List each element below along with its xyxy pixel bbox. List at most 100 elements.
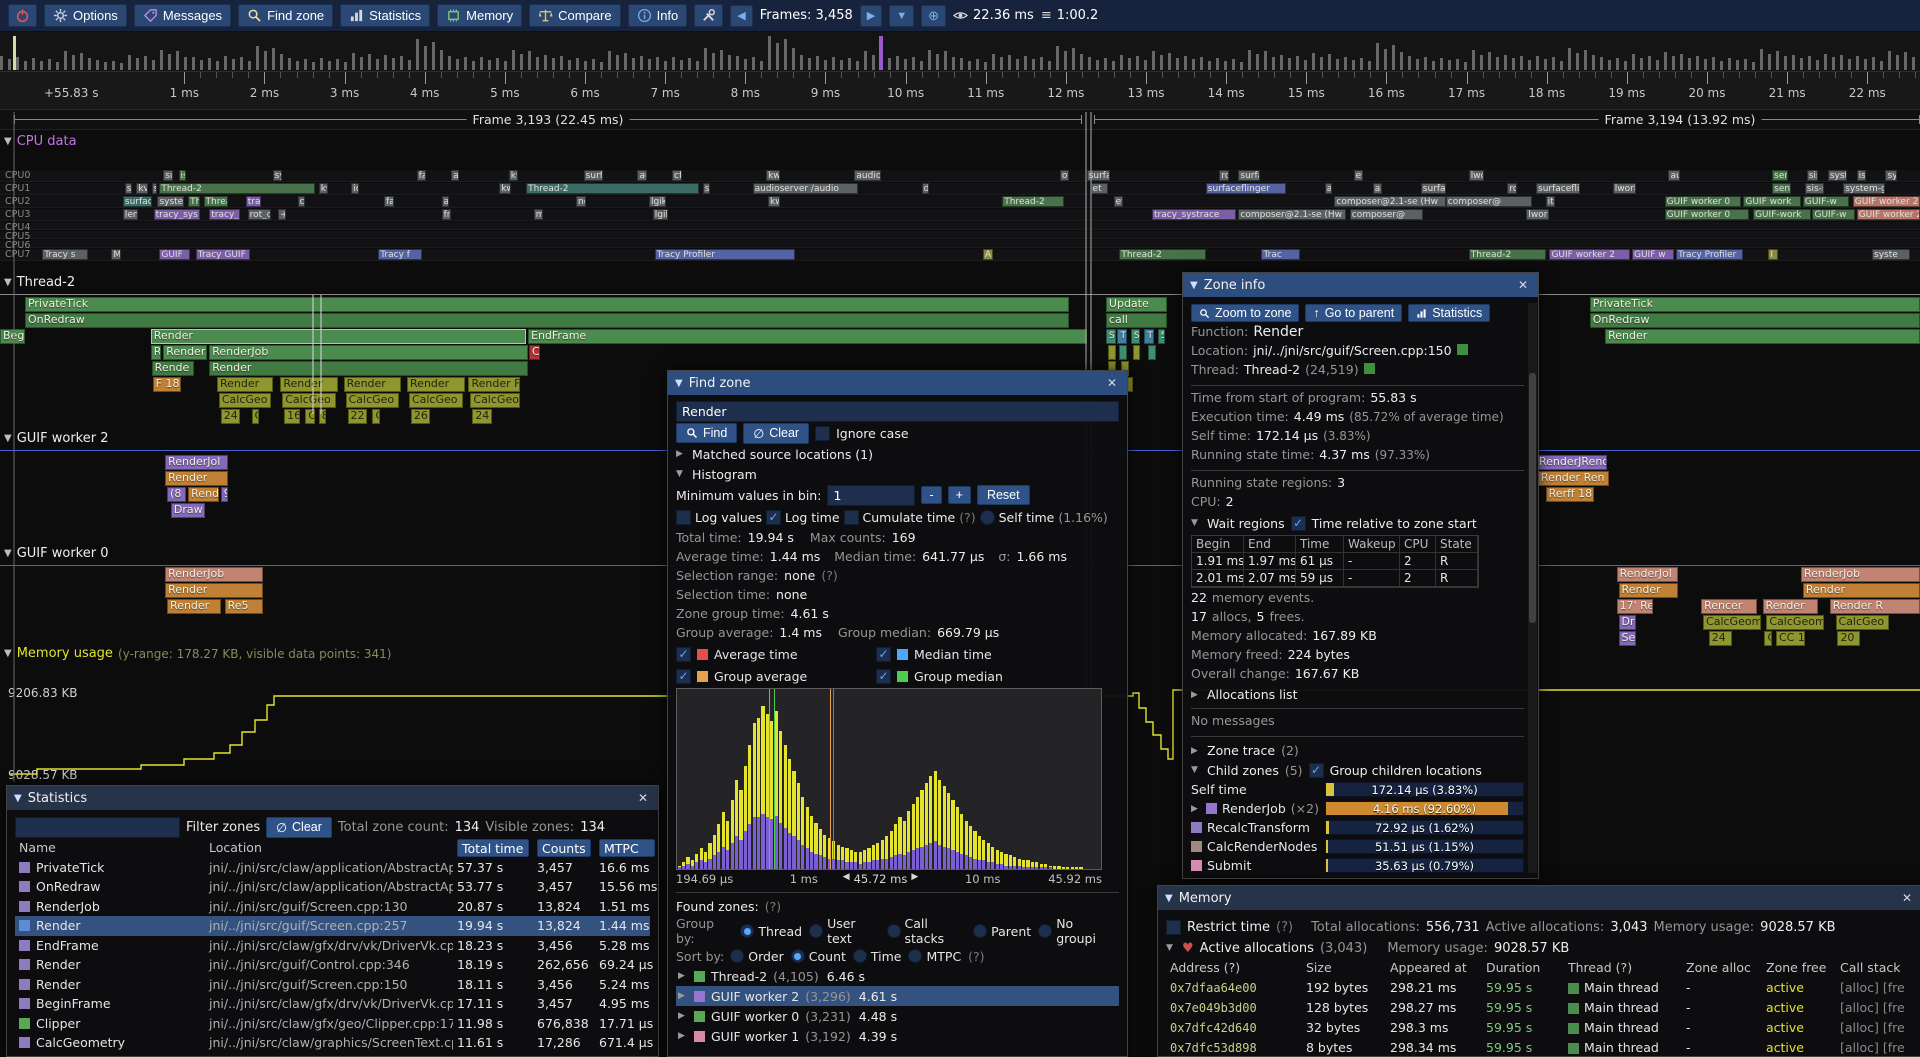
frame-bar[interactable] <box>1376 43 1379 70</box>
frame-bar[interactable] <box>1400 52 1403 70</box>
zone[interactable]: RenderJol <box>1617 567 1678 582</box>
frame-label[interactable]: Frame 3,193 (22.45 ms) <box>467 112 630 127</box>
frame-bar[interactable] <box>1480 55 1483 70</box>
go-to-parent-button[interactable]: ↑Go to parent <box>1305 304 1402 322</box>
frame-bar[interactable] <box>136 58 139 70</box>
frame-bar[interactable] <box>336 59 339 70</box>
mem-col-header[interactable]: Size <box>1302 958 1386 978</box>
zone[interactable]: 24 <box>472 409 491 424</box>
cpu-segment[interactable]: Thread-2 <box>1119 249 1205 260</box>
cpu-segment[interactable]: kw <box>509 170 519 181</box>
mem-col-header[interactable]: Duration <box>1482 958 1564 978</box>
frame-bar[interactable] <box>688 58 691 70</box>
checkbox[interactable]: ✓ <box>876 647 891 662</box>
frame-bar[interactable] <box>104 62 107 70</box>
zone[interactable]: T <box>1117 329 1127 344</box>
child-zone-row[interactable]: RecalcTransform72.92 μs (1.62%) <box>1191 818 1524 837</box>
frame-bar[interactable] <box>1440 58 1443 70</box>
zone[interactable]: Render R <box>1830 599 1920 614</box>
zone[interactable]: CC 10 <box>1776 631 1805 646</box>
table-row[interactable]: EndFramejni/../jni/src/claw/gfx/drv/vk/D… <box>15 936 650 956</box>
frame-bar[interactable] <box>536 57 539 70</box>
expand-icon[interactable]: ▶ <box>678 991 688 1001</box>
frame-bar[interactable] <box>1584 50 1587 70</box>
cpu-segment[interactable]: kw <box>499 183 511 194</box>
frame-bar[interactable] <box>120 63 123 70</box>
frame-bar[interactable] <box>112 61 115 70</box>
sort-by-option[interactable]: MTPC <box>908 949 961 964</box>
mem-col-header[interactable]: Thread (?) <box>1564 958 1682 978</box>
frame-bar[interactable] <box>1672 56 1675 70</box>
zone[interactable]: Dra <box>1619 615 1636 630</box>
cpu-segment[interactable]: isi <box>179 170 187 181</box>
frame-bar[interactable] <box>1528 60 1531 70</box>
cpu-segment[interactable]: Thread-2 <box>526 183 699 194</box>
cpu-segment[interactable]: roi <box>1219 170 1229 181</box>
zone[interactable] <box>1148 345 1156 360</box>
frame-bar[interactable] <box>1008 55 1011 70</box>
collapse-icon[interactable]: ▼ <box>1166 943 1176 953</box>
table-row[interactable]: PrivateTickjni/../jni/src/claw/applicati… <box>15 858 650 878</box>
cpu-segment[interactable]: Thread-2 <box>204 196 229 207</box>
frame-bar[interactable] <box>368 54 371 70</box>
column-header-counts[interactable]: Counts <box>537 839 591 857</box>
frame-bar[interactable] <box>1800 58 1803 70</box>
zone[interactable]: Rend <box>188 487 219 502</box>
cpu-segment[interactable]: M <box>111 249 121 260</box>
frame-bar[interactable] <box>1784 56 1787 70</box>
frame-bar[interactable] <box>1824 54 1827 70</box>
frame-bar[interactable] <box>1568 48 1571 70</box>
frame-bar[interactable] <box>1864 59 1867 70</box>
frame-bar[interactable] <box>152 60 155 70</box>
frame-bar[interactable] <box>432 42 435 70</box>
cpu-segment[interactable]: roi <box>1507 183 1517 194</box>
frame-bar[interactable] <box>1456 59 1459 70</box>
frame-bar[interactable] <box>1296 56 1299 70</box>
group-by-option[interactable]: Parent <box>973 916 1031 946</box>
collapse-icon[interactable]: ▼ <box>1191 765 1201 775</box>
frame-bar[interactable] <box>1520 56 1523 70</box>
cpu-segment[interactable]: s <box>152 183 158 194</box>
table-row[interactable]: RenderJobjni/../jni/src/guif/Screen.cpp:… <box>15 897 650 917</box>
cpu-segment[interactable]: lworke <box>1526 209 1549 220</box>
frame-bar[interactable] <box>1912 57 1915 70</box>
frame-bar[interactable] <box>840 60 843 70</box>
frame-bar[interactable] <box>800 55 803 70</box>
frame-bar[interactable] <box>1160 55 1163 70</box>
memory-usage-header[interactable]: ▼ Memory usage (y-range: 178.27 KB, visi… <box>4 646 391 661</box>
cpu-segment[interactable]: Tracy GUIF worl <box>196 249 250 260</box>
frame-bar[interactable] <box>288 58 291 70</box>
zone[interactable]: Render <box>167 599 221 614</box>
cpu-segment[interactable]: et <box>1091 183 1108 194</box>
frame-bar[interactable] <box>1416 59 1419 70</box>
cpu-segment[interactable]: len <box>123 209 138 220</box>
frame-bar[interactable] <box>1704 59 1707 70</box>
table-row[interactable]: 0x7dfaa64e00192 bytes298.21 ms59.95 sMai… <box>1166 978 1914 998</box>
cumulate-time-checkbox[interactable] <box>844 510 859 525</box>
frame-bar[interactable] <box>216 61 219 70</box>
zone[interactable]: C <box>252 409 260 424</box>
zone[interactable]: Render Ren <box>1538 471 1609 486</box>
find-zone-button[interactable]: Find zone <box>238 4 333 27</box>
cpu-segment[interactable]: GUIF <box>159 249 190 260</box>
cpu-segment[interactable]: lgiks <box>653 209 668 220</box>
frame-bar[interactable] <box>904 59 907 70</box>
histogram-section-label[interactable]: Histogram <box>692 467 757 482</box>
frame-bar[interactable] <box>1512 58 1515 70</box>
cpu-segment[interactable]: rot_d <box>248 209 271 220</box>
search-input[interactable]: Render <box>676 401 1119 422</box>
frame-bar[interactable] <box>352 53 355 70</box>
zone[interactable]: C <box>529 345 541 360</box>
group-by-option[interactable]: User text <box>809 916 879 946</box>
frame-bar[interactable] <box>792 48 795 70</box>
cpu-segment[interactable]: tracy_sys <box>154 209 200 220</box>
prev-frame-button[interactable]: ◀ <box>730 5 752 27</box>
cpu-segment[interactable]: si <box>125 183 133 194</box>
cpu-segment[interactable]: Tracy Profiler <box>1676 249 1743 260</box>
frame-bar[interactable] <box>464 57 467 70</box>
frame-bar[interactable] <box>400 56 403 70</box>
frame-bar[interactable] <box>1408 56 1411 70</box>
frame-bar[interactable] <box>576 58 579 70</box>
frame-bar[interactable] <box>1072 48 1075 70</box>
frame-bar[interactable] <box>1136 56 1139 70</box>
